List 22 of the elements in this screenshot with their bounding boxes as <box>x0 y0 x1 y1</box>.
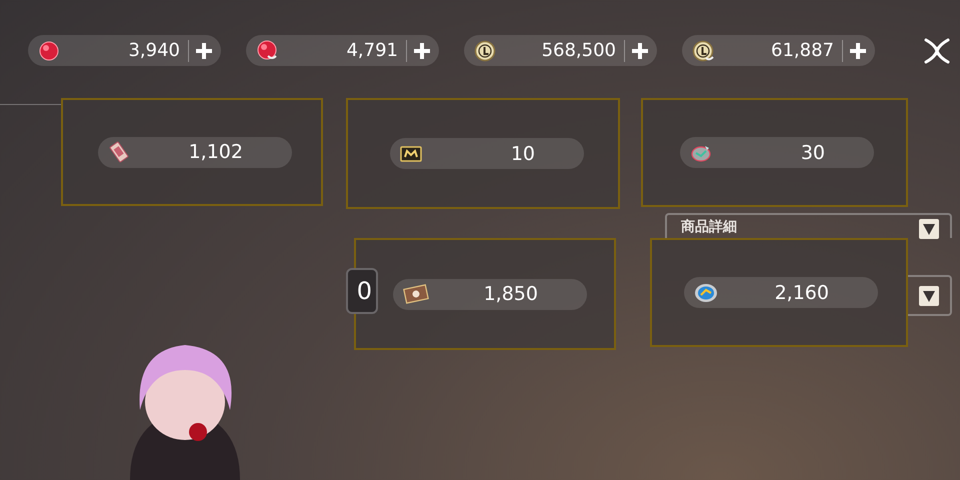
price-tag: 0 <box>346 268 378 314</box>
medal-icon <box>694 282 720 304</box>
plus-icon <box>195 42 213 60</box>
ruby-icon <box>38 40 60 62</box>
item-amount: 10 <box>510 142 536 164</box>
coin-icon <box>692 40 714 62</box>
item-amount: 1,102 <box>188 141 244 163</box>
plus-icon <box>631 42 649 60</box>
currency-amount: 4,791 <box>345 40 399 61</box>
coin-icon <box>474 40 496 62</box>
plus-icon <box>413 42 431 60</box>
ruby-icon <box>256 40 278 62</box>
item-amount: 30 <box>800 142 826 164</box>
currency-amount: 568,500 <box>540 40 617 61</box>
plus-icon <box>849 42 867 60</box>
item-amount: 1,850 <box>482 283 539 305</box>
stamp-card-icon <box>403 283 429 305</box>
currency-amount: 61,887 <box>770 40 835 61</box>
close-icon <box>923 36 951 64</box>
currency-amount: 3,940 <box>127 40 181 61</box>
item-amount: 2,160 <box>774 282 830 304</box>
dropdown-label: 商品詳細 <box>681 218 738 236</box>
